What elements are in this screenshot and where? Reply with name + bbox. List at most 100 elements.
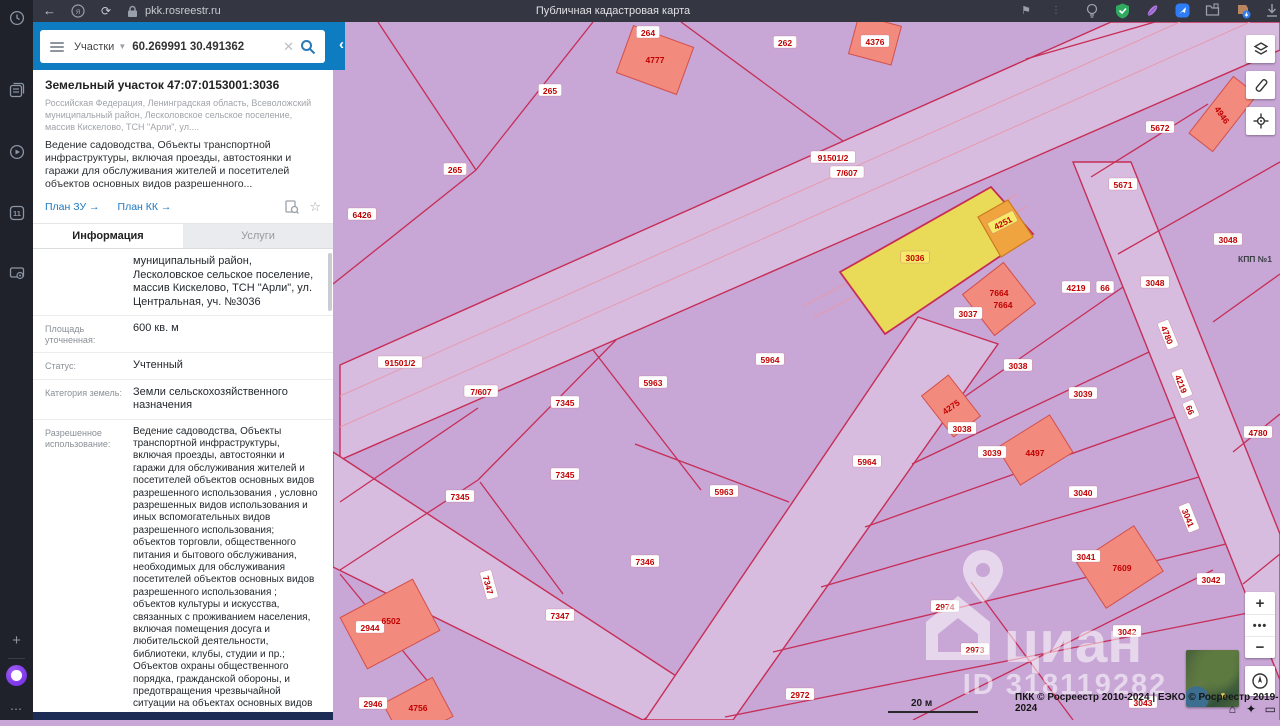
parcel-label[interactable]: 3048	[1140, 275, 1170, 289]
search-category[interactable]: Участки	[74, 41, 114, 53]
zoom-in-button[interactable]: +	[1245, 592, 1275, 614]
favorite-star-icon[interactable]: ☆	[309, 199, 321, 215]
tab-services[interactable]: Услуги	[183, 224, 333, 248]
page-title: Публичная кадастровая карта	[535, 5, 691, 17]
search-bar: Участки ▼ ✕ ‹	[33, 22, 345, 70]
parcel-label[interactable]: 5671	[1108, 177, 1138, 191]
parcel-label[interactable]: 3039	[1068, 386, 1098, 400]
parcel-label[interactable]: 5963	[638, 375, 668, 389]
tabs-counter[interactable]: 11	[0, 205, 33, 229]
parcel-label[interactable]: 265	[538, 83, 562, 97]
parcel-label[interactable]: 7/607	[463, 384, 499, 398]
parcel-label[interactable]: 7345	[445, 489, 475, 503]
extension-bulb-icon[interactable]	[1085, 3, 1101, 19]
svg-text:3037: 3037	[959, 309, 978, 319]
attributes-table: муниципальный район, Лесколовское сельск…	[33, 249, 333, 720]
parcel-label[interactable]: 4376	[860, 34, 890, 48]
svg-text:265: 265	[543, 86, 557, 96]
extension-collections-icon[interactable]	[1205, 3, 1221, 19]
parcel-label[interactable]: 91501/2	[377, 355, 423, 369]
video-icon[interactable]	[0, 144, 33, 168]
alice-assistant-icon[interactable]	[6, 665, 27, 686]
history-icon[interactable]	[0, 10, 33, 34]
svg-text:2944: 2944	[361, 623, 380, 633]
parcel-label[interactable]: 7345	[550, 395, 580, 409]
parcel-label[interactable]: 6426	[347, 207, 377, 221]
parcel-label[interactable]: 265	[443, 162, 467, 176]
search-box[interactable]: Участки ▼ ✕	[40, 30, 325, 63]
svg-text:5963: 5963	[715, 487, 734, 497]
parcel-label[interactable]: 4780	[1243, 425, 1273, 439]
yandex-badge-icon[interactable]: я	[71, 0, 85, 22]
zoom-levels-button[interactable]: •••	[1245, 614, 1275, 636]
parcel-label[interactable]: 3048	[1213, 232, 1243, 246]
panel-scrollbar[interactable]	[328, 253, 332, 311]
extension-yandex-icon[interactable]	[1175, 3, 1191, 19]
parcel-label[interactable]: 3037	[953, 306, 983, 320]
parcel-label[interactable]: 4219	[1061, 280, 1091, 294]
plan-kk-link[interactable]: План КК →	[118, 201, 172, 213]
extension-shield-icon[interactable]	[1115, 3, 1131, 19]
locate-button[interactable]	[1246, 107, 1275, 135]
clear-search-icon[interactable]: ✕	[277, 39, 300, 55]
parcel-label[interactable]: 3039	[977, 445, 1007, 459]
menu-icon[interactable]	[50, 40, 64, 54]
parcel-title: Земельный участок 47:07:0153001:3036	[45, 78, 280, 92]
add-panel-icon[interactable]: +	[0, 632, 33, 656]
chevron-down-icon[interactable]: ▼	[118, 42, 126, 51]
parcel-label[interactable]: 7346	[630, 554, 660, 568]
parcel-label[interactable]: 3036	[900, 250, 930, 264]
plan-zu-link[interactable]: План ЗУ →	[45, 201, 100, 213]
zoom-out-button[interactable]: −	[1245, 636, 1275, 658]
extension-feather-icon[interactable]	[1145, 3, 1161, 19]
svg-text:6502: 6502	[382, 616, 401, 626]
parcel-label[interactable]: 2944	[355, 620, 385, 634]
measure-button[interactable]	[1246, 71, 1275, 99]
preview-icon[interactable]	[285, 200, 300, 214]
collapse-panel-icon[interactable]: ‹	[339, 36, 344, 53]
parcel-label[interactable]: 7/607	[829, 165, 865, 179]
svg-text:циан: циан	[1004, 610, 1143, 675]
svg-text:11: 11	[13, 209, 21, 218]
fullscreen-icon[interactable]: ▭	[1265, 702, 1276, 716]
svg-text:7347: 7347	[551, 611, 570, 621]
svg-text:264: 264	[641, 28, 655, 38]
compass-icon	[1252, 673, 1268, 689]
reload-icon[interactable]: ⟳	[101, 0, 111, 22]
parcel-label: 4777	[646, 55, 665, 65]
parcel-label[interactable]: 7347	[545, 608, 575, 622]
parcel-label[interactable]: 3042	[1196, 572, 1226, 586]
extension-badge-icon[interactable]	[1235, 3, 1251, 19]
back-icon[interactable]: ←	[43, 0, 56, 22]
crosshair-icon	[1253, 113, 1268, 129]
parcel-label[interactable]: 264	[636, 25, 660, 39]
parcel-label[interactable]: 5963	[709, 484, 739, 498]
search-icon[interactable]	[300, 39, 316, 55]
downloads-icon[interactable]	[1265, 3, 1280, 19]
parcel-label[interactable]: 5964	[852, 454, 882, 468]
parcel-label[interactable]: 7345	[550, 467, 580, 481]
parcel-label[interactable]: 262	[773, 35, 797, 49]
search-input[interactable]	[132, 40, 278, 53]
parcel-label[interactable]: 5964	[755, 352, 785, 366]
browser-side-rail: 11 + ⋯	[0, 0, 33, 720]
parcel-label[interactable]: 3041	[1071, 549, 1101, 563]
parcel-label[interactable]: 3038	[947, 421, 977, 435]
feed-icon[interactable]	[0, 82, 33, 106]
marker-icon[interactable]: ✦	[1246, 702, 1256, 716]
parcel-label[interactable]: 5672	[1145, 120, 1175, 134]
home-icon[interactable]: ⌂	[1229, 702, 1236, 716]
layers-button[interactable]	[1246, 35, 1275, 63]
svg-text:4376: 4376	[866, 37, 885, 47]
more-options-icon[interactable]: ⋯	[0, 702, 33, 726]
svg-text:7346: 7346	[636, 557, 655, 567]
tab-information[interactable]: Информация	[33, 224, 183, 248]
parcel-label[interactable]: 66	[1095, 280, 1115, 294]
parcel-label[interactable]: 3040	[1068, 485, 1098, 499]
parcel-label[interactable]: 3038	[1003, 358, 1033, 372]
parcel-label[interactable]: 91501/2	[810, 150, 856, 164]
screenshot-icon[interactable]	[0, 265, 33, 289]
url-text[interactable]: pkk.rosreestr.ru	[145, 0, 221, 22]
rail-divider	[8, 658, 25, 659]
bookmark-flag-icon[interactable]: ⚑	[1021, 0, 1031, 22]
